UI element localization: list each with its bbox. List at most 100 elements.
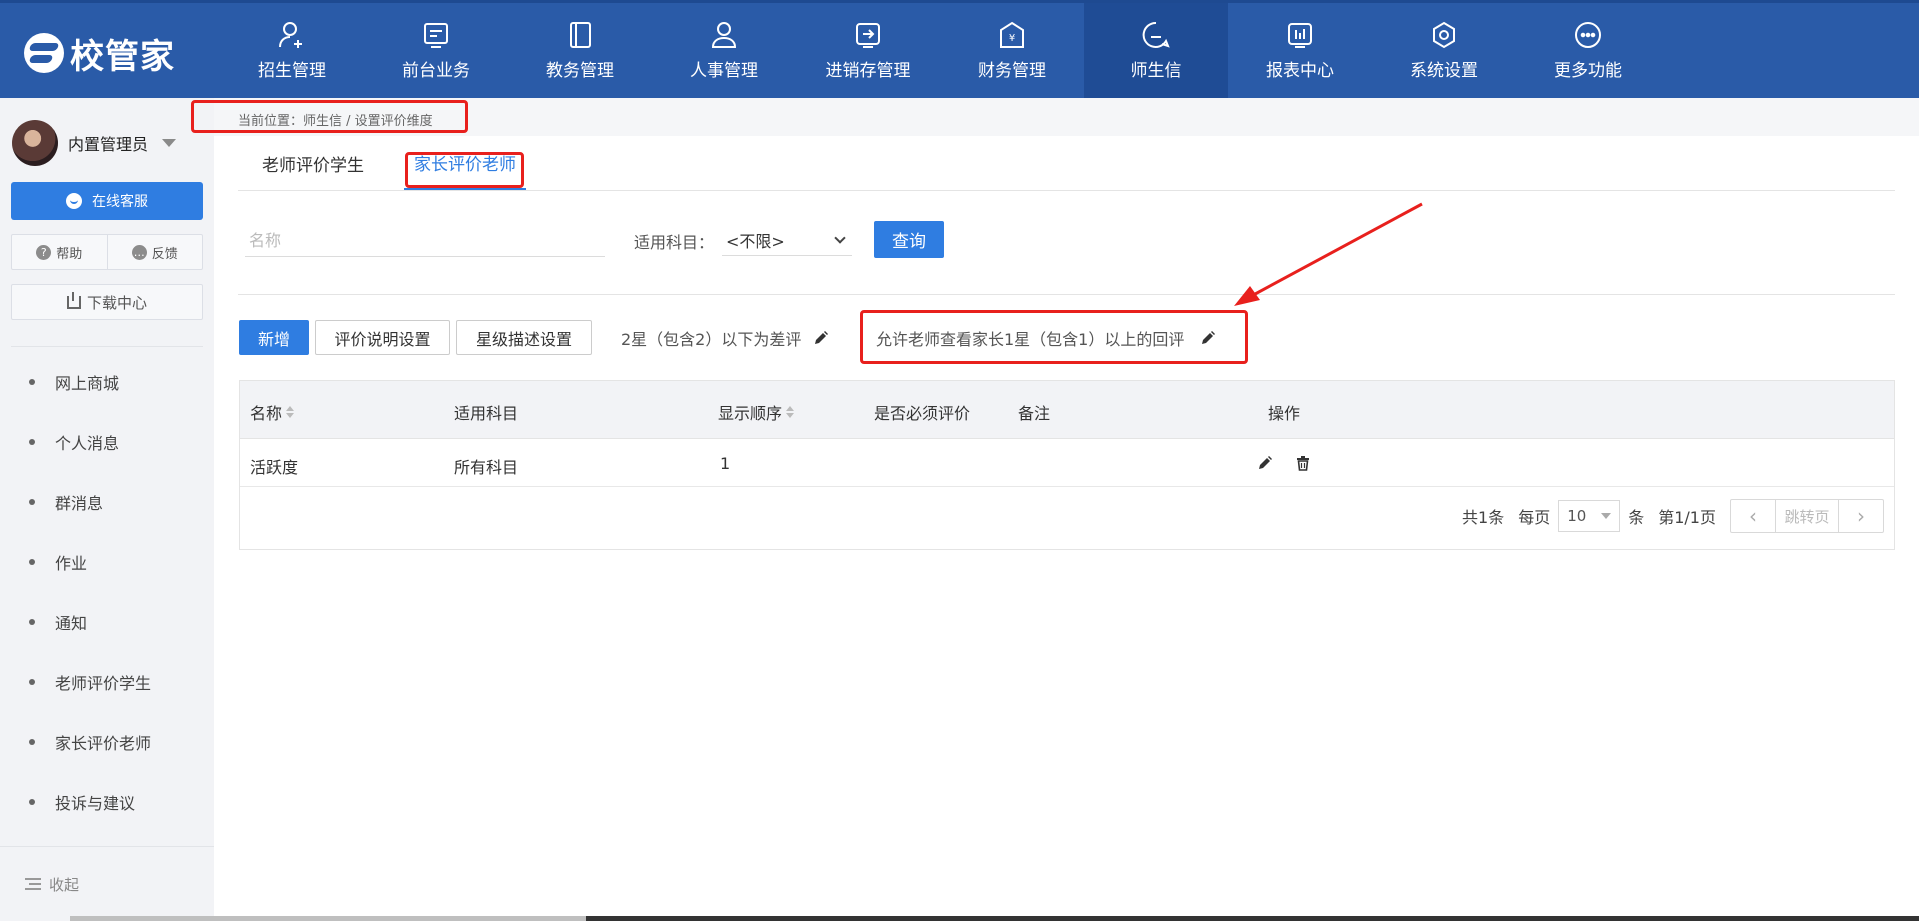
help-button[interactable]: ? 帮助	[12, 235, 107, 269]
smile-icon	[66, 193, 82, 209]
pager-controls: ‹ 跳转页 ›	[1730, 499, 1884, 533]
cell-name: 活跃度	[250, 458, 299, 477]
scroll-thumb[interactable]	[70, 916, 586, 921]
bullet-icon	[29, 499, 35, 505]
user-name: 内置管理员	[68, 135, 149, 154]
sidebar-item-online-mall[interactable]: 网上商城	[0, 352, 214, 412]
sidebar-item-label: 家长评价老师	[55, 734, 152, 753]
chevron-down-icon	[834, 231, 846, 244]
edit-pencil-icon[interactable]	[813, 330, 829, 346]
nav-item-finance[interactable]: ¥ 财务管理	[940, 3, 1084, 98]
section-divider	[238, 294, 1895, 295]
feedback-icon: …	[131, 244, 147, 260]
arrow-box-icon	[856, 23, 880, 48]
arrow-head-icon	[1234, 286, 1260, 306]
bullet-icon	[29, 739, 35, 745]
chevron-right-icon[interactable]: ›	[1839, 500, 1883, 532]
bullet-icon	[29, 619, 35, 625]
nav-item-system-settings[interactable]: 系统设置	[1372, 3, 1516, 98]
column-header-label: 适用科目	[454, 404, 519, 423]
collapse-sidebar-button[interactable]: 收起	[0, 846, 214, 921]
page-size-value: 10	[1567, 507, 1587, 525]
table-row: 活跃度 所有科目 1	[240, 439, 1894, 487]
nav-label: 招生管理	[258, 61, 326, 81]
svg-text:¥: ¥	[1009, 33, 1015, 44]
nav-label: 财务管理	[978, 61, 1046, 81]
pager-unit: 条	[1628, 508, 1645, 527]
column-header-subject: 适用科目	[454, 400, 518, 424]
feedback-label: 反馈	[151, 246, 178, 262]
table-header: 名称 适用科目 显示顺序 是否必须评价 备注 操作	[240, 381, 1894, 439]
add-button[interactable]: 新增	[239, 320, 309, 355]
nav-item-academic[interactable]: 教务管理	[508, 3, 652, 98]
question-icon: ?	[36, 244, 52, 260]
download-center-button[interactable]: 下载中心	[11, 284, 203, 320]
sidebar-item-complaints[interactable]: 投诉与建议	[0, 772, 214, 832]
nav-item-reports[interactable]: 报表中心	[1228, 3, 1372, 98]
top-navigation-bar: 校管家 招生管理 前台业务 教务管理 人事管理 进销存管理 ¥ 财务管理 师生信…	[0, 0, 1919, 98]
name-search-input[interactable]	[245, 225, 605, 257]
evaluation-description-settings-button[interactable]: 评价说明设置	[315, 320, 450, 355]
pager-per-page-label: 每页	[1518, 508, 1551, 527]
sidebar-item-homework[interactable]: 作业	[0, 532, 214, 592]
bullet-icon	[29, 559, 35, 565]
nav-item-enrollment[interactable]: 招生管理	[220, 3, 364, 98]
sidebar-item-personal-messages[interactable]: 个人消息	[0, 412, 214, 472]
column-header-label: 备注	[1018, 404, 1051, 423]
nav-item-hr[interactable]: 人事管理	[652, 3, 796, 98]
tab-teacher-evaluates-student[interactable]: 老师评价学生	[240, 136, 404, 191]
column-header-remark: 备注	[1018, 400, 1050, 424]
column-header-label: 操作	[1268, 404, 1301, 423]
feedback-button[interactable]: … 反馈	[106, 235, 203, 269]
query-button[interactable]: 查询	[874, 221, 944, 258]
sidebar-item-label: 群消息	[55, 494, 104, 513]
sidebar-item-teacher-evaluates-student[interactable]: 老师评价学生	[0, 652, 214, 712]
sidebar-item-parent-evaluates-teacher[interactable]: 家长评价老师	[0, 712, 214, 772]
column-header-label: 名称	[250, 404, 283, 423]
user-menu[interactable]: 内置管理员	[12, 120, 177, 166]
annotation-box-breadcrumb	[191, 100, 468, 133]
sidebar-menu: 网上商城 个人消息 群消息 作业 通知 老师评价学生 家长评价老师 投诉与建议	[0, 352, 214, 832]
nav-item-front-desk[interactable]: 前台业务	[364, 3, 508, 98]
nav-label: 更多功能	[1554, 61, 1622, 81]
column-header-label: 是否必须评价	[874, 404, 971, 423]
message-box-icon	[424, 23, 448, 48]
sidebar-item-label: 老师评价学生	[55, 674, 152, 693]
sidebar-item-label: 个人消息	[55, 434, 120, 453]
sidebar-item-label: 通知	[55, 614, 88, 633]
column-header-name[interactable]: 名称	[250, 400, 295, 424]
nav-label: 前台业务	[402, 61, 470, 81]
online-service-label: 在线客服	[92, 194, 148, 210]
bullet-icon	[29, 679, 35, 685]
app-logo[interactable]: 校管家	[24, 33, 175, 77]
chevron-left-icon[interactable]: ‹	[1731, 500, 1775, 532]
nav-label: 师生信	[1130, 61, 1182, 81]
bar-chart-icon	[1288, 23, 1312, 48]
page-size-select[interactable]: 10	[1558, 500, 1621, 532]
nav-item-teacher-student-messages[interactable]: 师生信	[1084, 3, 1228, 98]
edit-pencil-icon[interactable]	[1257, 455, 1273, 471]
chat-bubble-icon	[1142, 21, 1170, 48]
sort-icon	[786, 406, 795, 418]
caret-down-icon	[1601, 513, 1612, 519]
trash-icon[interactable]	[1295, 455, 1311, 471]
jump-to-page-input[interactable]: 跳转页	[1775, 500, 1839, 532]
column-header-label: 显示顺序	[718, 404, 783, 423]
help-feedback-row: ? 帮助 … 反馈	[11, 234, 203, 270]
dimension-table: 名称 适用科目 显示顺序 是否必须评价 备注 操作 活跃度 所有科目 1 共1条…	[239, 380, 1895, 550]
column-header-actions: 操作	[1268, 400, 1300, 424]
sidebar: 内置管理员 在线客服 ? 帮助 … 反馈 下载中心 网上商城 个人消息 群消息 …	[0, 98, 214, 921]
subject-filter-label: 适用科目：	[634, 233, 715, 252]
download-icon	[66, 291, 81, 309]
column-header-display-order[interactable]: 显示顺序	[718, 400, 795, 424]
logo-mark-icon	[24, 33, 64, 73]
online-service-button[interactable]: 在线客服	[11, 182, 203, 220]
subject-select[interactable]: <不限>	[722, 224, 852, 256]
sidebar-item-group-messages[interactable]: 群消息	[0, 472, 214, 532]
nav-item-more[interactable]: 更多功能	[1516, 3, 1660, 98]
caret-down-icon	[162, 139, 177, 147]
sidebar-item-label: 网上商城	[55, 374, 120, 393]
nav-item-inventory[interactable]: 进销存管理	[796, 3, 940, 98]
star-description-settings-button[interactable]: 星级描述设置	[456, 320, 592, 355]
sidebar-item-notices[interactable]: 通知	[0, 592, 214, 652]
